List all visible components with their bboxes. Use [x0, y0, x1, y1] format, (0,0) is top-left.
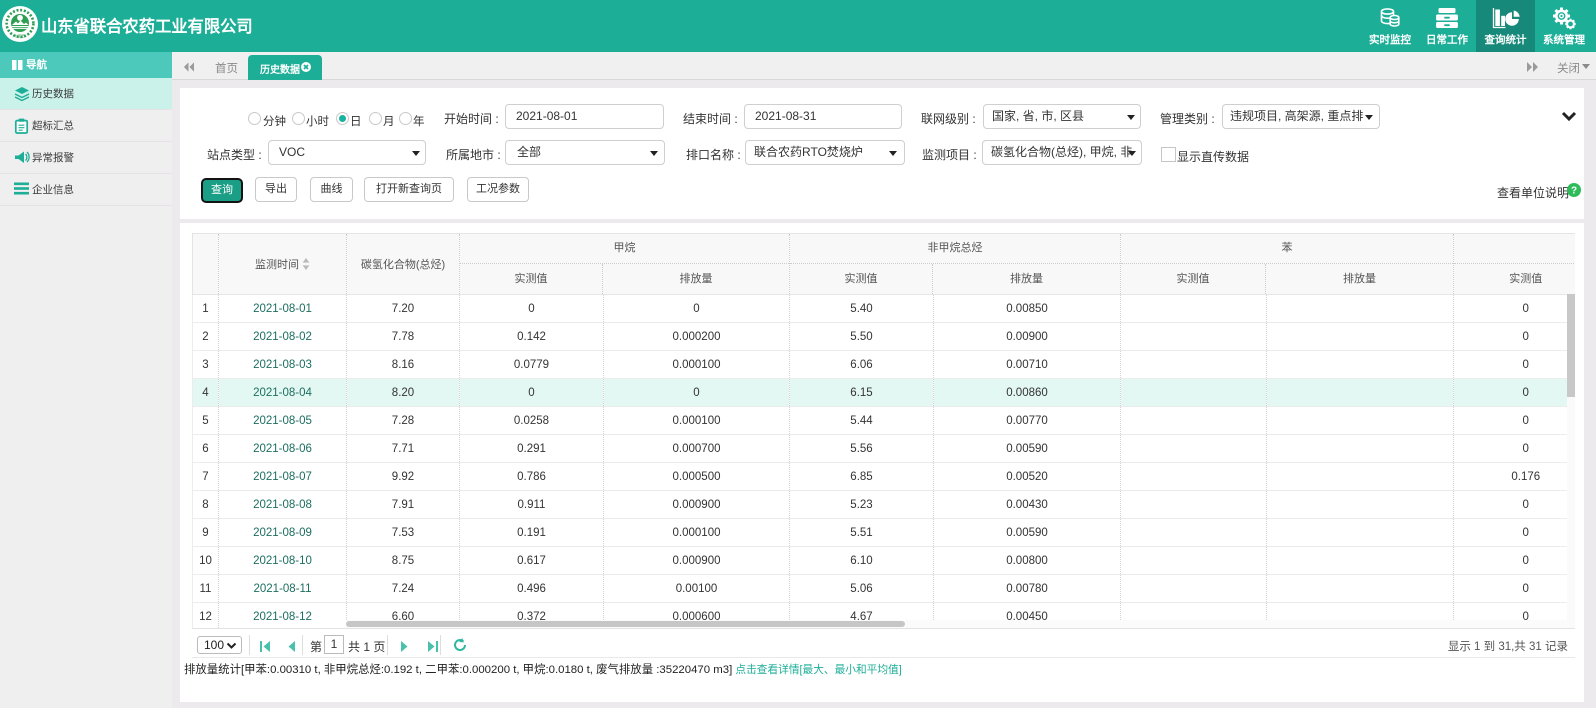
- svg-text:?: ?: [1571, 186, 1577, 197]
- svg-text:MEE: MEE: [15, 34, 25, 39]
